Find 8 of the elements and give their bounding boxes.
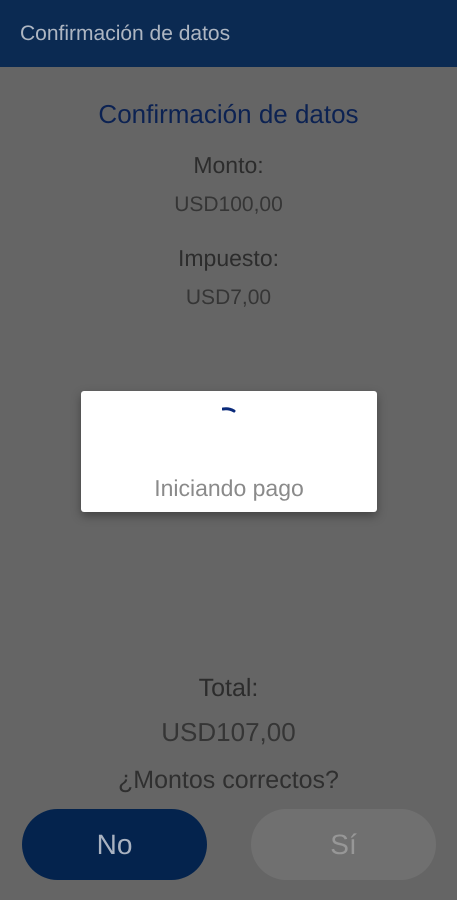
total-label: Total: [198,674,258,703]
page-heading: Confirmación de datos [98,99,359,130]
app-bar-title: Confirmación de datos [20,22,230,46]
no-button[interactable]: No [22,809,207,880]
spinner-icon [222,407,236,415]
field-label: Impuesto: [178,245,279,272]
loading-message: Iniciando pago [154,475,304,502]
field-label: Monto: [193,152,264,179]
